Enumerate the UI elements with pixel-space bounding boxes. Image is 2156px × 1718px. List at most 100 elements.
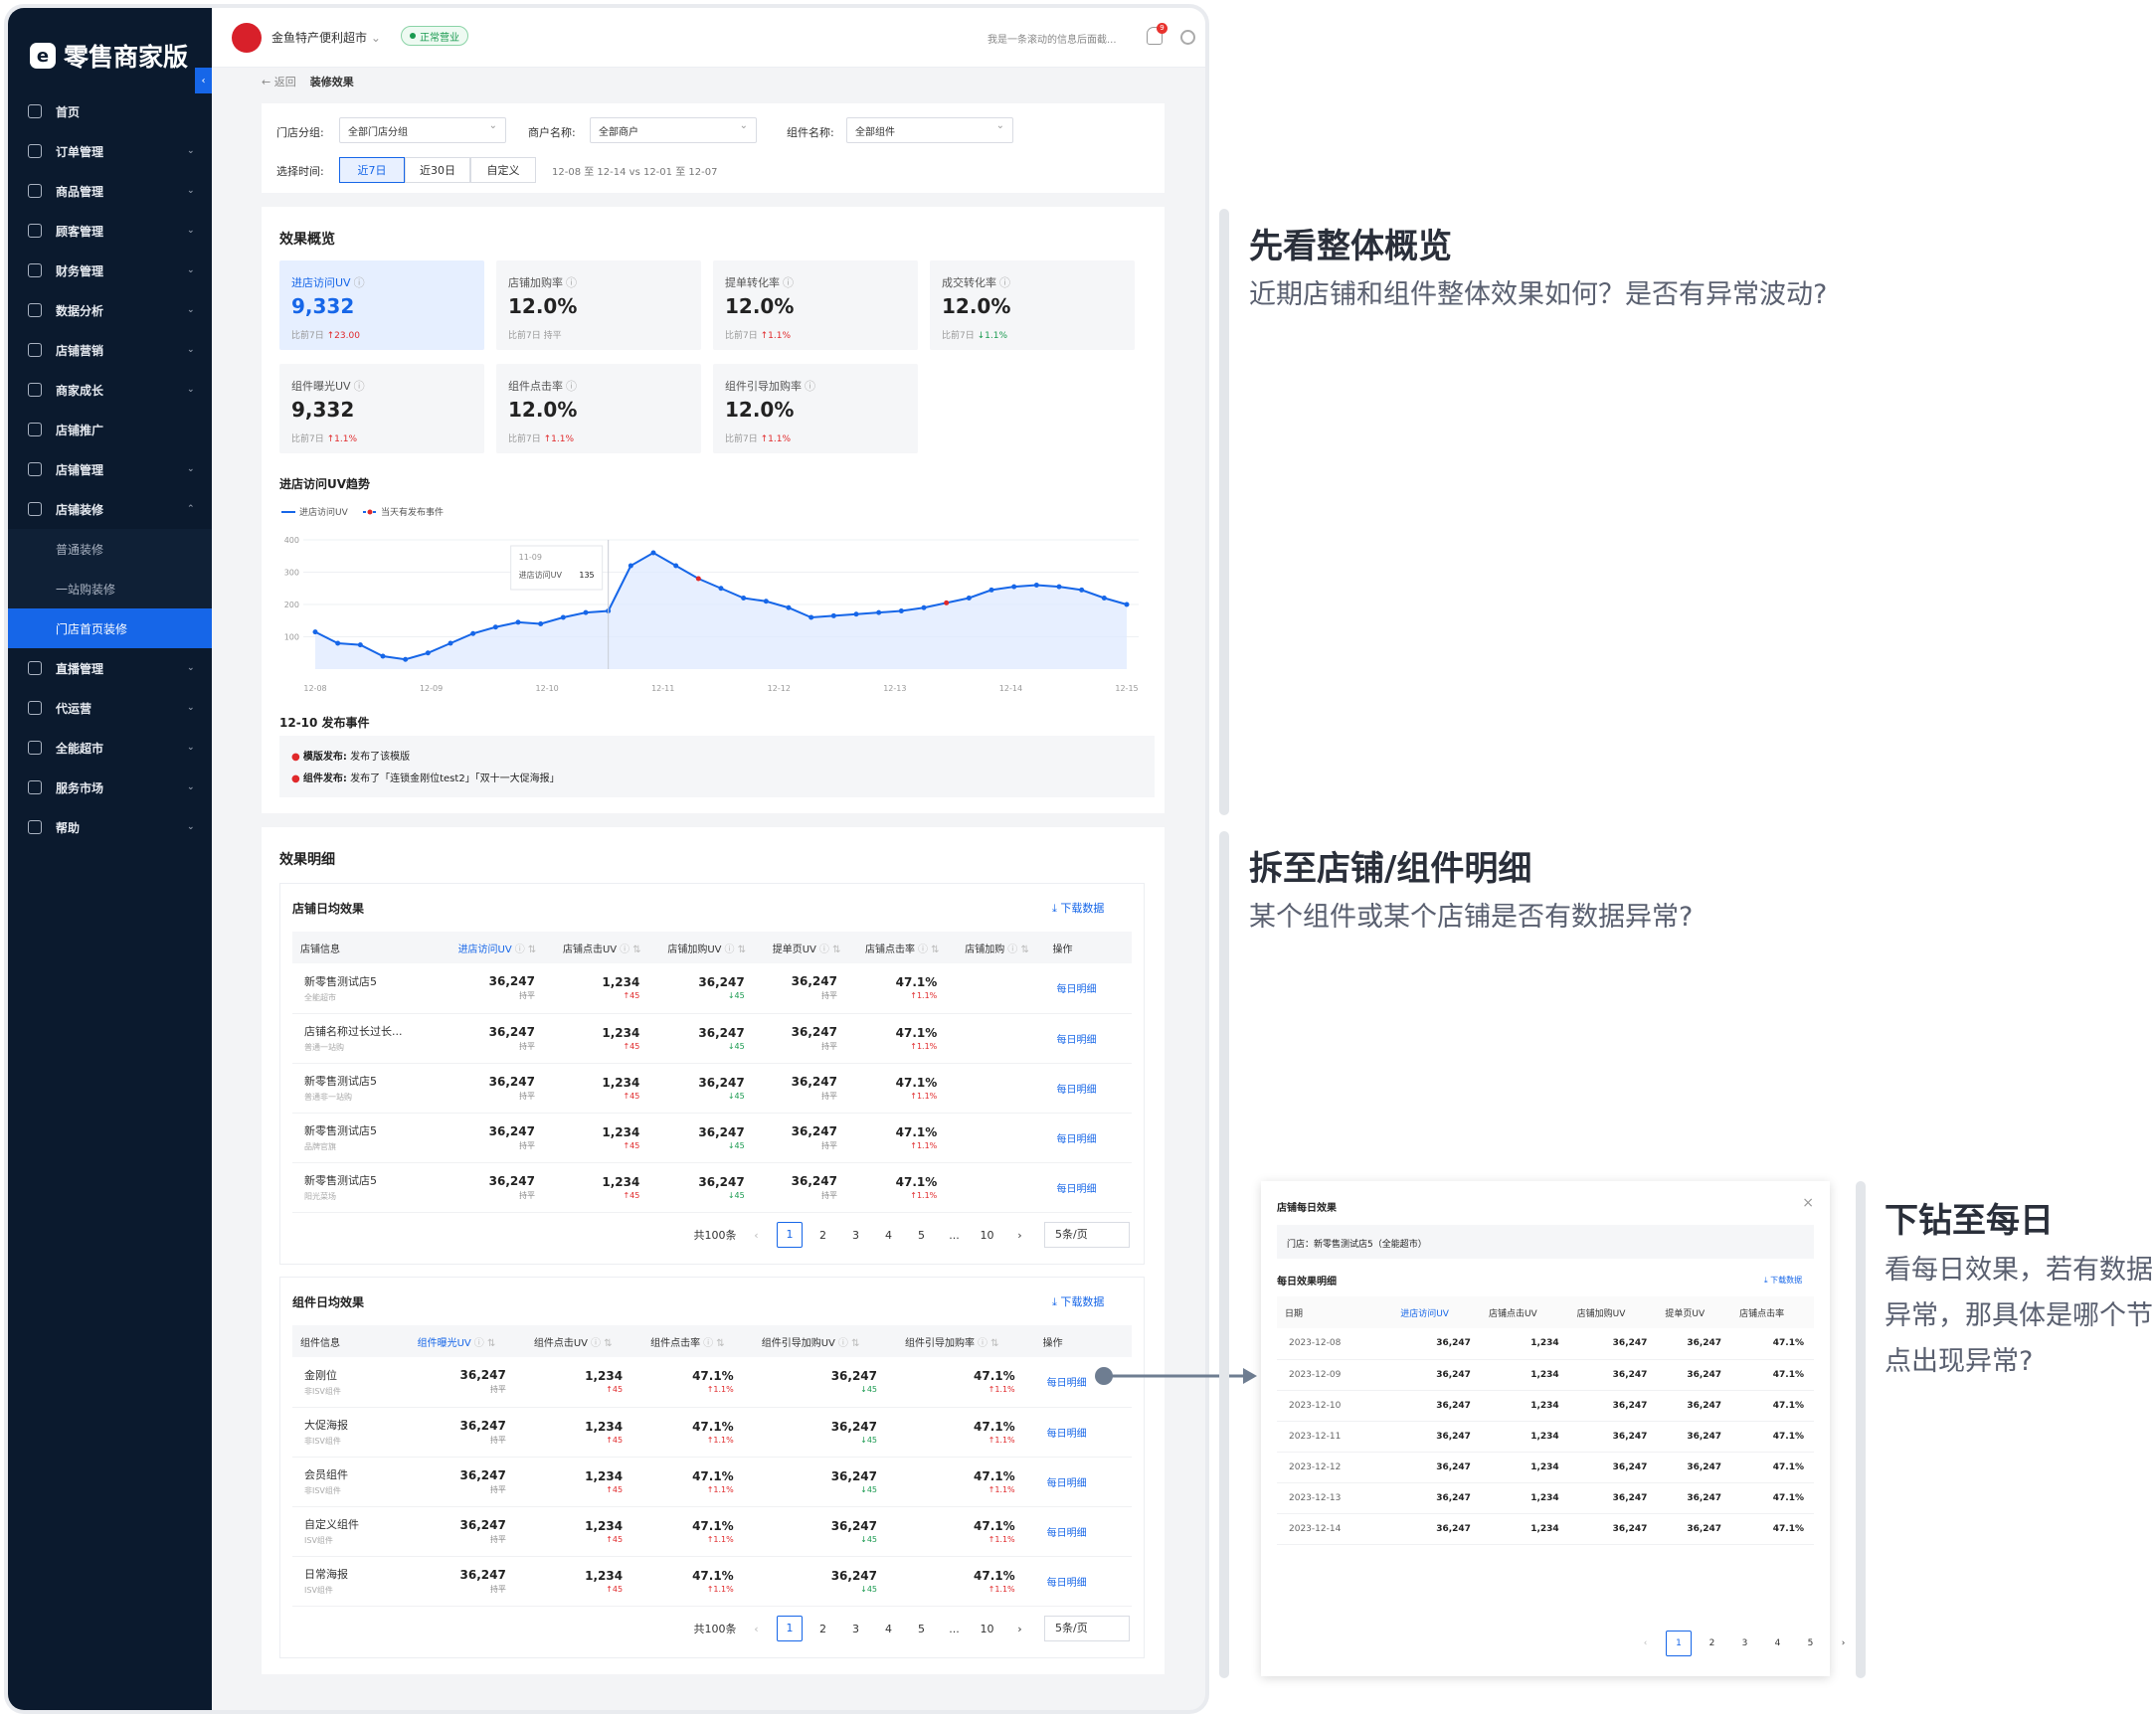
data-point[interactable] (470, 630, 476, 636)
data-point[interactable] (988, 587, 994, 593)
data-point[interactable] (1101, 596, 1107, 601)
modal-download-link[interactable]: ⤓ 下载数据 (1764, 1275, 1802, 1286)
data-point[interactable] (448, 640, 453, 646)
data-point[interactable] (718, 586, 724, 592)
sidebar-item[interactable]: 顾客管理 ⌄ (8, 211, 212, 251)
daily-detail-link[interactable]: 每日明细 (1044, 1013, 1132, 1064)
event-point[interactable] (944, 600, 950, 605)
daily-detail-link[interactable]: 每日明细 (1044, 963, 1132, 1014)
column-header[interactable]: 组件点击率 ⓘ ⇅ (642, 1325, 754, 1357)
sidebar-item[interactable]: 店铺推广 (8, 410, 212, 449)
kpi-card[interactable]: 进店访问UV ⓘ 9,332 比前7日 ↑23.00 (279, 260, 484, 350)
page-button[interactable]: 10 (971, 1623, 1003, 1635)
data-point[interactable] (538, 621, 544, 626)
data-point[interactable] (583, 609, 589, 615)
sidebar-item[interactable]: 店铺营销 ⌄ (8, 330, 212, 370)
data-point[interactable] (741, 596, 747, 601)
data-point[interactable] (312, 629, 318, 635)
data-point[interactable] (1124, 601, 1130, 607)
data-point[interactable] (560, 614, 566, 620)
column-header[interactable]: 组件点击UV ⓘ ⇅ (525, 1325, 643, 1357)
page-button[interactable]: 1 (777, 1222, 803, 1248)
merchant-select[interactable]: 全部商户 (590, 117, 757, 143)
settings-icon[interactable] (1180, 30, 1195, 45)
data-point[interactable] (808, 614, 814, 620)
page-button[interactable]: 2 (807, 1229, 839, 1242)
component-select[interactable]: 全部组件 (846, 117, 1013, 143)
column-header[interactable]: 店铺点击UV ⓘ ⇅ (554, 932, 660, 963)
page-button[interactable]: 2 (1696, 1638, 1728, 1648)
daily-detail-link[interactable]: 每日明细 (1034, 1407, 1132, 1458)
close-icon[interactable]: × (1802, 1195, 1814, 1211)
column-header[interactable]: 店铺加购 ⓘ ⇅ (957, 932, 1045, 963)
prev-page-icon[interactable]: ‹ (740, 1229, 773, 1242)
prev-page-icon[interactable]: ‹ (740, 1623, 773, 1635)
data-point[interactable] (966, 596, 972, 601)
kpi-card[interactable]: 组件引导加购率 ⓘ 12.0% 比前7日 ↑1.1% (713, 364, 918, 453)
sidebar-item[interactable]: 帮助 ⌄ (8, 807, 212, 847)
store-download-link[interactable]: ⤓ 下载数据 (1052, 900, 1104, 916)
sidebar-item[interactable]: 首页 (8, 91, 212, 131)
page-size-select[interactable]: 5条/页 (1044, 1616, 1130, 1641)
sidebar-item[interactable]: 数据分析 ⌄ (8, 290, 212, 330)
sidebar-item[interactable]: 一站购装修 (8, 569, 212, 608)
data-point[interactable] (357, 642, 363, 648)
data-point[interactable] (425, 650, 431, 656)
sidebar-item[interactable]: 店铺管理 ⌄ (8, 449, 212, 489)
daily-detail-link[interactable]: 每日明细 (1034, 1457, 1132, 1507)
page-button[interactable]: 3 (839, 1229, 872, 1242)
sidebar-item[interactable]: 店铺装修 ⌃ (8, 489, 212, 529)
page-button[interactable]: 1 (777, 1616, 803, 1641)
page-button[interactable]: ... (938, 1229, 971, 1242)
data-point[interactable] (650, 550, 656, 556)
data-point[interactable] (853, 611, 859, 617)
kpi-card[interactable]: 组件曝光UV ⓘ 9,332 比前7日 ↑1.1% (279, 364, 484, 453)
daily-detail-link[interactable]: 每日明细 (1034, 1556, 1132, 1607)
store-group-select[interactable]: 全部门店分组 (339, 117, 506, 143)
collapse-sidebar-button[interactable]: ‹ (195, 68, 212, 93)
data-point[interactable] (1079, 587, 1085, 593)
data-point[interactable] (380, 653, 386, 659)
daily-detail-link[interactable]: 每日明细 (1044, 1113, 1132, 1163)
page-button[interactable]: 5 (905, 1623, 938, 1635)
event-point[interactable] (695, 576, 701, 582)
page-button[interactable]: 4 (1761, 1638, 1794, 1648)
data-point[interactable] (628, 563, 633, 569)
seg-custom[interactable]: 自定义 (470, 157, 536, 183)
sidebar-item[interactable]: 订单管理 ⌄ (8, 131, 212, 171)
sidebar-item[interactable]: 财务管理 ⌄ (8, 251, 212, 290)
column-header[interactable]: 进店访问UV ⓘ ⇅ (449, 932, 555, 963)
data-point[interactable] (921, 604, 927, 610)
page-button[interactable]: 1 (1666, 1631, 1692, 1656)
data-point[interactable] (786, 604, 792, 610)
data-point[interactable] (1033, 583, 1039, 588)
next-page-icon[interactable]: › (1827, 1638, 1860, 1648)
sidebar-item[interactable]: 代运营 ⌄ (8, 688, 212, 728)
column-header[interactable]: 提单页UV ⓘ ⇅ (764, 932, 857, 963)
data-point[interactable] (492, 624, 498, 630)
sidebar-item[interactable]: 直播管理 ⌄ (8, 648, 212, 688)
page-button[interactable]: ... (938, 1623, 971, 1635)
next-page-icon[interactable]: › (1003, 1229, 1036, 1242)
data-point[interactable] (876, 609, 882, 615)
daily-detail-link[interactable]: 每日明细 (1044, 1162, 1132, 1213)
page-button[interactable]: 10 (971, 1229, 1003, 1242)
data-point[interactable] (403, 656, 409, 662)
data-point[interactable] (335, 640, 341, 646)
column-header[interactable]: 店铺点击率 ⓘ ⇅ (856, 932, 958, 963)
daily-detail-link[interactable]: 每日明细 (1034, 1506, 1132, 1557)
kpi-card[interactable]: 店铺加购率 ⓘ 12.0% 比前7日 持平 (496, 260, 701, 350)
data-point[interactable] (830, 612, 836, 618)
column-header[interactable]: 组件引导加购UV ⓘ ⇅ (753, 1325, 897, 1357)
page-button[interactable]: 4 (872, 1623, 905, 1635)
data-point[interactable] (515, 619, 521, 625)
next-page-icon[interactable]: › (1003, 1623, 1036, 1635)
seg-7d[interactable]: 近7日 (339, 157, 405, 183)
page-size-select[interactable]: 5条/页 (1044, 1222, 1130, 1248)
data-point[interactable] (763, 599, 769, 604)
page-button[interactable]: 5 (1794, 1638, 1827, 1648)
sidebar-item[interactable]: 服务市场 ⌄ (8, 768, 212, 807)
sidebar-item[interactable]: 门店首页装修 (8, 608, 212, 648)
data-point[interactable] (898, 608, 904, 613)
column-header[interactable]: 店铺加购UV ⓘ ⇅ (659, 932, 765, 963)
